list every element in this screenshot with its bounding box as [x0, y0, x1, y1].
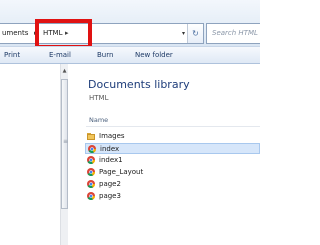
- file-name: index1: [99, 156, 123, 164]
- command-toolbar: Print E-mail Burn New folder: [0, 46, 260, 64]
- column-header-name[interactable]: Name: [89, 116, 108, 124]
- address-dropdown-icon[interactable]: ▾: [182, 30, 185, 37]
- print-button[interactable]: Print: [4, 51, 20, 59]
- scroll-thumb[interactable]: ≡: [61, 79, 68, 209]
- breadcrumb-html[interactable]: HTML: [43, 29, 62, 37]
- list-item[interactable]: index1: [85, 155, 260, 166]
- nav-scrollbar[interactable]: ▲ ≡: [60, 64, 68, 245]
- burn-button[interactable]: Burn: [97, 51, 113, 59]
- header-divider: [86, 126, 260, 127]
- file-name: index: [100, 145, 120, 153]
- file-name: page2: [99, 180, 121, 188]
- navigation-pane[interactable]: [0, 64, 68, 245]
- search-input[interactable]: Search HTML: [206, 23, 260, 44]
- list-item[interactable]: Page_Layout: [85, 167, 260, 178]
- library-subtitle: HTML: [89, 94, 109, 102]
- list-item[interactable]: index: [85, 143, 260, 154]
- scroll-up-icon[interactable]: ▲: [61, 68, 68, 74]
- chrome-icon: [87, 192, 95, 200]
- list-item[interactable]: page3: [85, 191, 260, 202]
- chrome-icon: [88, 145, 96, 153]
- address-bar[interactable]: uments ▸ HTML ▸ ▾ ↻: [0, 23, 204, 44]
- new-folder-button[interactable]: New folder: [135, 51, 173, 59]
- file-list-pane: Documents library HTML Name Images index: [68, 64, 260, 245]
- email-button[interactable]: E-mail: [49, 51, 71, 59]
- chrome-icon: [87, 180, 95, 188]
- file-name: page3: [99, 192, 121, 200]
- grip-icon: ≡: [63, 138, 69, 145]
- folder-icon: [87, 133, 95, 140]
- breadcrumb-documents[interactable]: uments: [2, 29, 28, 37]
- list-item[interactable]: page2: [85, 179, 260, 190]
- chrome-icon: [87, 156, 95, 164]
- file-name: Page_Layout: [99, 168, 144, 176]
- explorer-window: uments ▸ HTML ▸ ▾ ↻ Search HTML Print E-…: [0, 0, 260, 245]
- address-row: uments ▸ HTML ▸ ▾ ↻ Search HTML: [0, 0, 260, 49]
- breadcrumb-separator[interactable]: ▸: [34, 29, 38, 37]
- search-placeholder: Search HTML: [212, 29, 258, 37]
- chrome-icon: [87, 168, 95, 176]
- file-name: Images: [99, 132, 125, 140]
- refresh-button[interactable]: ↻: [187, 24, 203, 43]
- breadcrumb-separator[interactable]: ▸: [65, 29, 69, 37]
- list-item[interactable]: Images: [85, 131, 260, 142]
- library-title: Documents library: [88, 78, 190, 91]
